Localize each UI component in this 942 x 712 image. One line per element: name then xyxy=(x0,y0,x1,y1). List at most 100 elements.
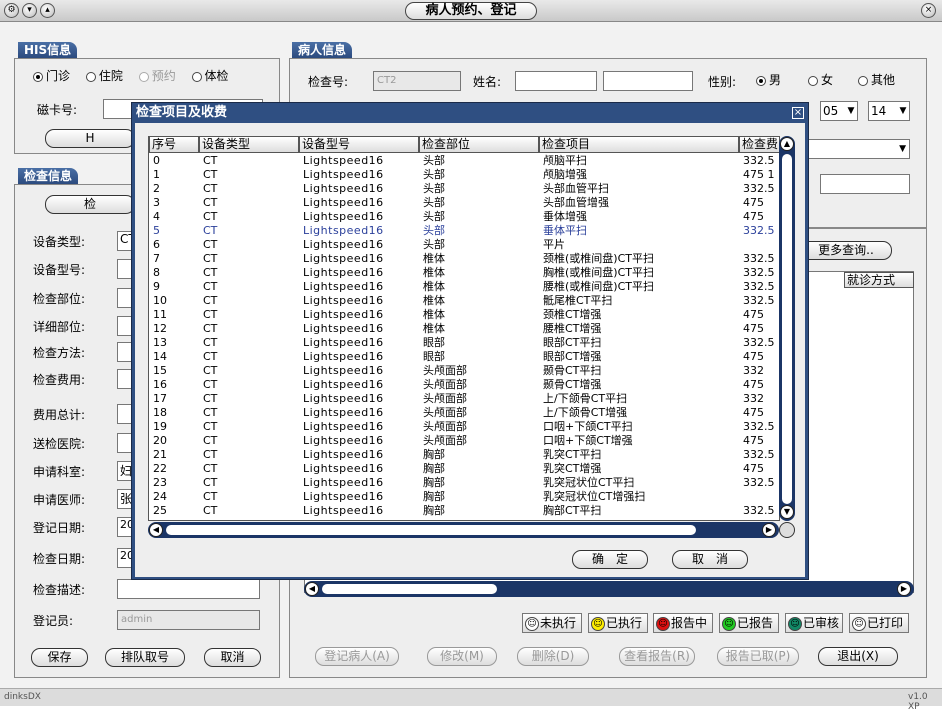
save-button[interactable]: 保存 xyxy=(31,648,88,667)
scroll-thumb[interactable] xyxy=(782,154,792,504)
visit-type-select[interactable]: ▼ xyxy=(800,139,910,159)
chevron-down-icon[interactable]: ▼ xyxy=(897,102,909,120)
month-select[interactable]: 05 ▼ xyxy=(820,101,858,121)
dialog-ok-button[interactable]: 确 定 xyxy=(572,550,648,569)
radio-dot[interactable] xyxy=(756,75,766,86)
report-taken-button: 报告已取(P) xyxy=(717,647,799,666)
scroll-thumb[interactable] xyxy=(322,584,497,594)
name-field[interactable] xyxy=(515,71,597,91)
table-row[interactable]: 1 CT Lightspeed16 头部 颅脑增强 475 1 xyxy=(149,168,779,182)
status-filter-button[interactable]: ☺ 已打印 xyxy=(849,613,909,633)
table-row[interactable]: 18 CT Lightspeed16 头颅面部 上/下颌骨CT增强 475 xyxy=(149,406,779,420)
his-read-button[interactable]: H xyxy=(45,129,135,148)
table-row[interactable]: 16 CT Lightspeed16 头颅面部 颞骨CT增强 475 xyxy=(149,378,779,392)
gender-female-radio[interactable]: 女 xyxy=(808,71,833,88)
scroll-down-arrow-icon[interactable]: ▼ xyxy=(780,505,794,519)
table-row[interactable]: 17 CT Lightspeed16 头颅面部 上/下颌骨CT平扫 332 xyxy=(149,392,779,406)
table-row[interactable]: 24 CT Lightspeed16 胸部 乳突冠状位CT增强扫 xyxy=(149,490,779,504)
status-filter-button[interactable]: ☺ 已报告 xyxy=(719,613,779,633)
radio-checkup[interactable]: 体检 xyxy=(191,69,229,83)
table-row[interactable]: 12 CT Lightspeed16 椎体 腰椎CT增强 475 xyxy=(149,322,779,336)
radio-dot[interactable] xyxy=(858,75,868,86)
table-row[interactable]: 8 CT Lightspeed16 椎体 胸椎(或椎间盘)CT平扫 332.5 xyxy=(149,266,779,280)
table-row[interactable]: 6 CT Lightspeed16 头部 平片 xyxy=(149,238,779,252)
status-filter-button[interactable]: ☺ 已审核 xyxy=(785,613,843,633)
patient-extra-field[interactable] xyxy=(820,174,910,194)
table-row[interactable]: 10 CT Lightspeed16 椎体 骶尾椎CT平扫 332.5 xyxy=(149,294,779,308)
table-cell: 0 xyxy=(153,154,160,167)
table-row[interactable]: 7 CT Lightspeed16 椎体 颈椎(或椎间盘)CT平扫 332.5 xyxy=(149,252,779,266)
chevron-down-icon[interactable]: ▼ xyxy=(899,144,906,154)
day-select[interactable]: 14 ▼ xyxy=(868,101,910,121)
scroll-right-arrow-icon[interactable]: ▶ xyxy=(762,523,776,537)
chevron-down-icon[interactable]: ▼ xyxy=(845,102,857,120)
radio-dot[interactable] xyxy=(33,71,43,82)
table-row[interactable]: 19 CT Lightspeed16 头颅面部 口咽+下颌CT平扫 332.5 xyxy=(149,420,779,434)
label-exam-fee: 检查费用: xyxy=(33,373,86,387)
table-row[interactable]: 21 CT Lightspeed16 胸部 乳突CT平扫 332.5 xyxy=(149,448,779,462)
close-icon[interactable]: × xyxy=(921,3,936,18)
scroll-up-arrow-icon[interactable]: ▲ xyxy=(780,137,794,151)
table-cell: CT xyxy=(203,336,218,349)
cancel-button[interactable]: 取消 xyxy=(204,648,261,667)
more-query-button[interactable]: 更多查询.. xyxy=(800,241,892,260)
grid-hscrollbar[interactable]: ◀ ▶ xyxy=(148,522,779,538)
grid-vscrollbar[interactable]: ▲ ▼ xyxy=(779,136,795,521)
radio-dot[interactable] xyxy=(191,71,202,82)
visit-type-column-header[interactable]: 就诊方式 xyxy=(844,272,914,288)
table-row[interactable]: 3 CT Lightspeed16 头部 头部血管增强 475 xyxy=(149,196,779,210)
table-row[interactable]: 9 CT Lightspeed16 椎体 腰椎(或椎间盘)CT平扫 332.5 xyxy=(149,280,779,294)
smiley-teal-icon: ☺ xyxy=(788,616,802,631)
grid-column-header[interactable]: 检查项目 xyxy=(539,137,739,153)
menu-icon[interactable]: ⚙ xyxy=(4,3,19,18)
scroll-left-arrow-icon[interactable]: ◀ xyxy=(149,523,163,537)
table-cell: 口咽+下颌CT增强 xyxy=(543,434,633,447)
table-row[interactable]: 15 CT Lightspeed16 头颅面部 颞骨CT平扫 332 xyxy=(149,364,779,378)
grid-column-header[interactable]: 检查费 xyxy=(739,137,779,153)
table-cell: 椎体 xyxy=(423,322,445,335)
grid-column-header[interactable]: 序号 xyxy=(149,137,199,153)
table-row[interactable]: 20 CT Lightspeed16 头颅面部 口咽+下颌CT增强 475 xyxy=(149,434,779,448)
exit-button[interactable]: 退出(X) xyxy=(818,647,898,666)
table-cell: CT xyxy=(203,406,218,419)
status-filter-button[interactable]: ☺ 已执行 xyxy=(588,613,648,633)
scroll-left-arrow-icon[interactable]: ◀ xyxy=(305,582,319,596)
table-row[interactable]: 0 CT Lightspeed16 头部 颅脑平扫 332.5 xyxy=(149,154,779,168)
radio-dot[interactable] xyxy=(808,75,818,86)
grid-column-header[interactable]: 设备类型 xyxy=(199,137,299,153)
label-device-type: 设备类型: xyxy=(33,235,86,249)
grid-column-header[interactable]: 检查部位 xyxy=(419,137,539,153)
register-list-hscrollbar[interactable]: ◀ ▶ xyxy=(304,581,914,597)
status-filter-button[interactable]: ☺ 未执行 xyxy=(522,613,582,633)
gender-male-radio[interactable]: 男 xyxy=(756,71,781,88)
exam-desc-field[interactable] xyxy=(117,579,260,599)
table-row[interactable]: 4 CT Lightspeed16 头部 垂体增强 475 xyxy=(149,210,779,224)
queue-number-button[interactable]: 排队取号 xyxy=(105,648,185,667)
status-filter-button[interactable]: ☺ 报告中 xyxy=(653,613,713,633)
scroll-right-arrow-icon[interactable]: ▶ xyxy=(897,582,911,596)
table-row[interactable]: 23 CT Lightspeed16 胸部 乳突冠状位CT平扫 332.5 xyxy=(149,476,779,490)
table-row[interactable]: 25 CT Lightspeed16 胸部 胸部CT平扫 332.5 xyxy=(149,504,779,518)
table-row[interactable]: 22 CT Lightspeed16 胸部 乳突CT增强 475 xyxy=(149,462,779,476)
dialog-cancel-button[interactable]: 取 消 xyxy=(672,550,748,569)
exam-items-grid[interactable]: 序号 设备类型 设备型号 检查部位 检查项目 检查费 0 CT Lightspeed16 头部 颅脑… xyxy=(148,136,780,521)
table-row[interactable]: 11 CT Lightspeed16 椎体 颈椎CT增强 475 xyxy=(149,308,779,322)
table-row[interactable]: 5 CT Lightspeed16 头部 垂体平扫 332.5 xyxy=(149,224,779,238)
table-cell: 16 xyxy=(153,378,167,391)
radio-inpatient[interactable]: 住院 xyxy=(85,69,123,83)
table-row[interactable]: 14 CT Lightspeed16 眼部 眼部CT增强 475 xyxy=(149,350,779,364)
radio-outpatient[interactable]: 门诊 xyxy=(33,69,70,83)
grid-column-header[interactable]: 设备型号 xyxy=(299,137,419,153)
scroll-thumb[interactable] xyxy=(166,525,696,535)
table-cell: 332.5 xyxy=(743,420,775,433)
minimize-icon[interactable]: ▾ xyxy=(22,3,37,18)
dialog-close-icon[interactable]: × xyxy=(792,107,804,119)
name-pinyin-field[interactable] xyxy=(603,71,693,91)
gender-other-radio[interactable]: 其他 xyxy=(858,71,895,88)
table-cell: Lightspeed16 xyxy=(303,392,384,405)
restore-icon[interactable]: ▴ xyxy=(40,3,55,18)
exam-select-button[interactable]: 检 xyxy=(45,195,135,214)
table-row[interactable]: 13 CT Lightspeed16 眼部 眼部CT平扫 332.5 xyxy=(149,336,779,350)
table-row[interactable]: 2 CT Lightspeed16 头部 头部血管平扫 332.5 xyxy=(149,182,779,196)
radio-dot[interactable] xyxy=(85,71,96,82)
